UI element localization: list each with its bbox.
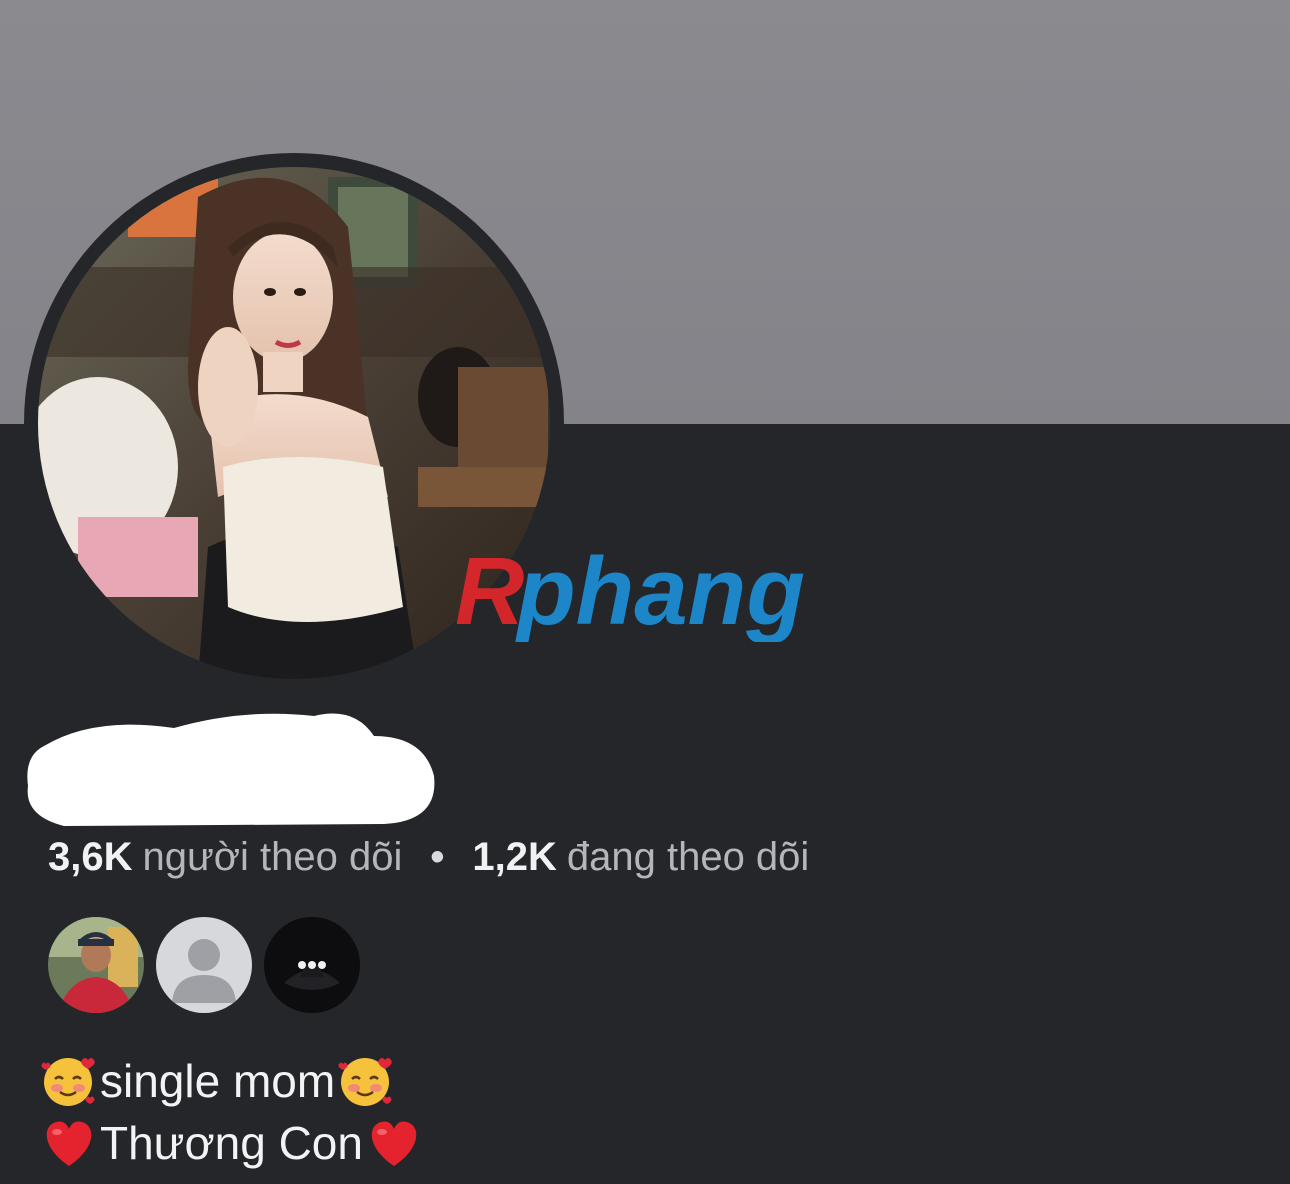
followers-count[interactable]: 3,6K xyxy=(48,835,133,880)
more-friends-button[interactable] xyxy=(264,917,360,1013)
name-redaction xyxy=(27,713,435,826)
bio-text-2: Thương Con xyxy=(100,1117,363,1169)
follow-stats: 3,6K người theo dõi • 1,2K đang theo dõi xyxy=(48,832,809,882)
more-icon xyxy=(264,917,360,1013)
bio-line-1: single mom xyxy=(38,1050,425,1112)
smiling-face-with-hearts-icon xyxy=(38,1050,100,1112)
friend-avatar[interactable] xyxy=(48,917,144,1013)
mutual-friends xyxy=(48,917,360,1013)
svg-text:phang: phang xyxy=(514,542,805,642)
red-heart-icon xyxy=(38,1112,100,1174)
followers-label[interactable]: người theo dõi xyxy=(143,835,403,880)
friend-avatar[interactable] xyxy=(156,917,252,1013)
profile-bio: single mom Thương Con xyxy=(38,1050,425,1174)
following-count[interactable]: 1,2K xyxy=(472,835,557,880)
default-avatar-icon xyxy=(156,917,252,1013)
bio-text-1: single mom xyxy=(100,1055,336,1107)
friend-photo-icon xyxy=(48,917,144,1013)
following-label[interactable]: đang theo dõi xyxy=(567,835,809,880)
smiling-face-with-hearts-icon xyxy=(335,1050,397,1112)
red-heart-icon xyxy=(363,1112,425,1174)
bio-line-2: Thương Con xyxy=(38,1112,425,1174)
stats-separator: • xyxy=(430,834,445,879)
watermark-logo: R phang xyxy=(455,542,805,642)
svg-text:R: R xyxy=(455,542,524,642)
